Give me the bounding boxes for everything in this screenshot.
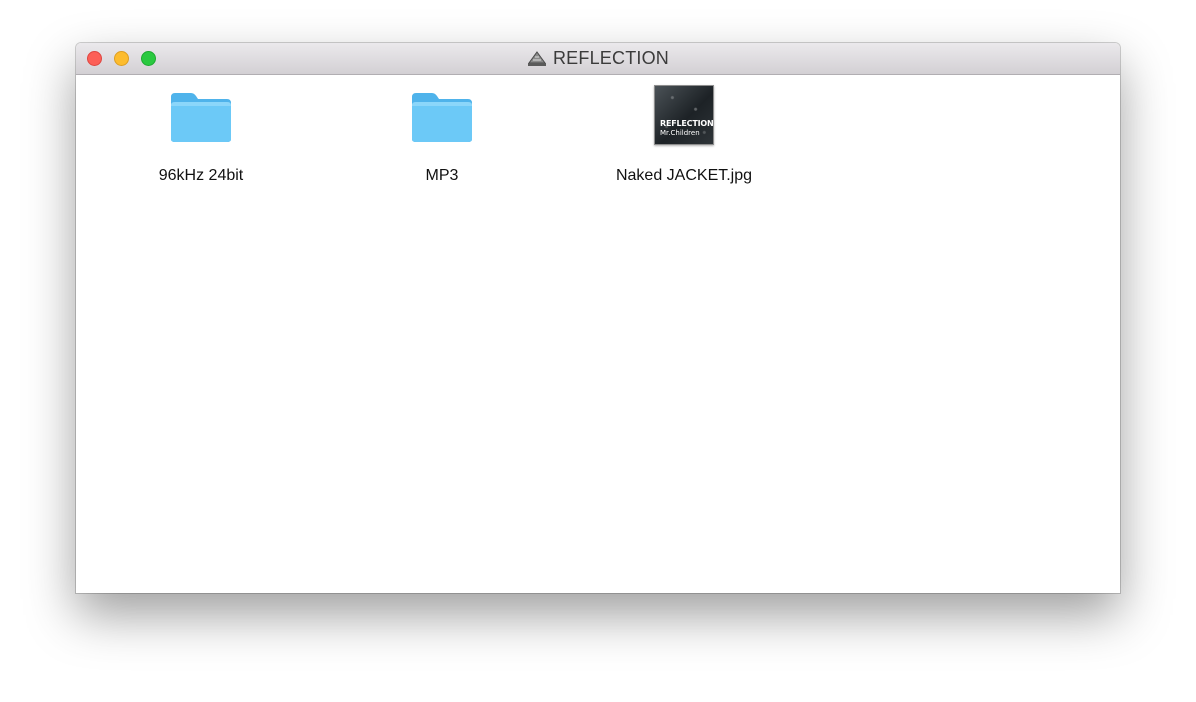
folder-item-96khz-24bit[interactable]: 96kHz 24bit [101,85,301,185]
finder-window: REFLECTION 96kHz 24bit MP3 REFLECTION Mr… [76,43,1120,593]
folder-icon[interactable] [169,91,233,143]
disk-image-icon[interactable] [527,50,547,67]
item-label[interactable]: MP3 [342,167,542,185]
item-label[interactable]: 96kHz 24bit [101,167,301,185]
window-title: REFLECTION [552,48,669,68]
folder-item-mp3[interactable]: MP3 [342,85,542,185]
file-item-naked-jacket-jpg[interactable]: REFLECTION Mr.Children Naked JACKET.jpg [584,85,784,185]
thumbnail-artist-text: Mr.Children [660,129,700,137]
title-bar[interactable]: REFLECTION [76,43,1120,75]
item-label[interactable]: Naked JACKET.jpg [584,167,784,185]
thumbnail-title-text: REFLECTION [660,119,714,128]
folder-icon[interactable] [410,91,474,143]
window-title-group: REFLECTION [76,43,1120,74]
file-icon-view[interactable]: 96kHz 24bit MP3 REFLECTION Mr.Children N… [76,75,1120,593]
image-thumbnail-icon[interactable]: REFLECTION Mr.Children [654,85,714,145]
